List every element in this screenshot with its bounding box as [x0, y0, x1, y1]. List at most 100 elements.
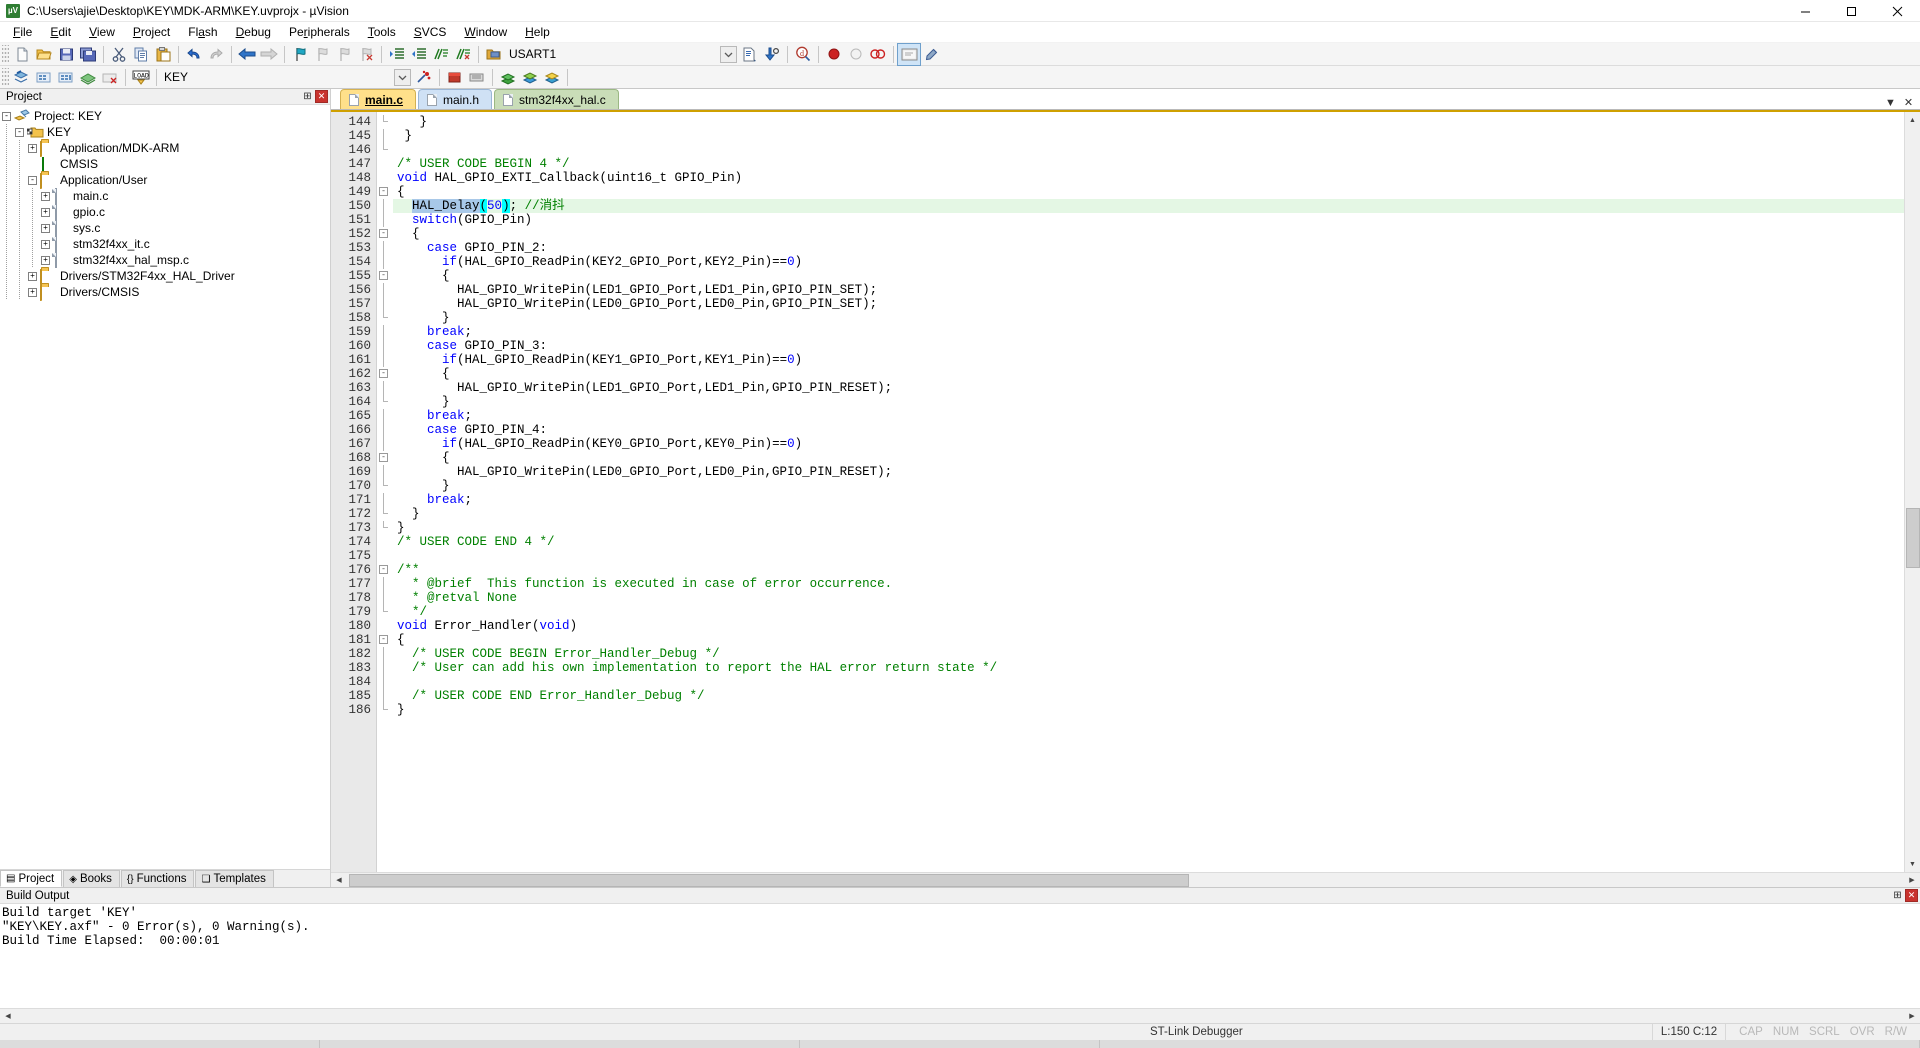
tree-item[interactable]: CMSIS: [0, 156, 330, 173]
tree-expander[interactable]: -: [26, 172, 39, 188]
open-target-icon[interactable]: [483, 44, 505, 65]
templates-icon[interactable]: [541, 67, 563, 88]
fold-toggle-icon[interactable]: -: [379, 565, 388, 574]
save-all-icon[interactable]: [77, 44, 99, 65]
navigate-back-icon[interactable]: [236, 44, 258, 65]
code-line[interactable]: * @retval None: [393, 591, 1904, 605]
code-line[interactable]: }: [393, 521, 1904, 535]
code-line[interactable]: case GPIO_PIN_2:: [393, 241, 1904, 255]
code-line[interactable]: {: [393, 633, 1904, 647]
multi-project-icon[interactable]: [466, 67, 488, 88]
tree-expander[interactable]: +: [26, 268, 39, 284]
code-line[interactable]: HAL_Delay(50); //消抖: [393, 199, 1904, 213]
minimize-button[interactable]: [1782, 0, 1828, 22]
disable-breakpoint-icon[interactable]: [845, 44, 867, 65]
toolbar-grip[interactable]: [2, 67, 9, 87]
scroll-right-icon[interactable]: ▶: [1904, 873, 1920, 888]
code-line[interactable]: HAL_GPIO_WritePin(LED1_GPIO_Port,LED1_Pi…: [393, 283, 1904, 297]
maximize-button[interactable]: [1828, 0, 1874, 22]
bookmark-clear-icon[interactable]: [355, 44, 377, 65]
code-line[interactable]: HAL_GPIO_WritePin(LED0_GPIO_Port,LED0_Pi…: [393, 297, 1904, 311]
code-line[interactable]: /**: [393, 563, 1904, 577]
toolbar-grip[interactable]: [2, 44, 9, 64]
tab-main-h[interactable]: main.h: [418, 89, 493, 109]
code-line[interactable]: /* USER CODE END Error_Handler_Debug */: [393, 689, 1904, 703]
file-properties-icon[interactable]: [739, 44, 761, 65]
code-line[interactable]: /* USER CODE BEGIN Error_Handler_Debug *…: [393, 647, 1904, 661]
scroll-track[interactable]: [16, 1009, 1904, 1024]
menu-help[interactable]: Help: [516, 22, 559, 42]
code-line[interactable]: }: [393, 703, 1904, 717]
tree-item[interactable]: + Application/MDK-ARM: [0, 140, 330, 157]
code-editor-surface[interactable]: 144 145 146 147 148 149 150 151 152 153 154 155 156 1…: [331, 112, 1904, 872]
scroll-left-icon[interactable]: ◀: [331, 873, 347, 888]
scroll-track[interactable]: [1904, 128, 1920, 856]
close-button[interactable]: [1874, 0, 1920, 22]
code-line[interactable]: }: [393, 507, 1904, 521]
scroll-thumb[interactable]: [1905, 508, 1920, 568]
fold-toggle-icon[interactable]: -: [379, 229, 388, 238]
code-line[interactable]: }: [393, 311, 1904, 325]
build-horizontal-scrollbar[interactable]: ◀ ▶: [0, 1008, 1920, 1023]
code-line[interactable]: switch(GPIO_Pin): [393, 213, 1904, 227]
find-in-files-icon[interactable]: [761, 44, 783, 65]
scroll-up-icon[interactable]: ▲: [1904, 112, 1920, 128]
tree-item[interactable]: + gpio.c: [0, 204, 330, 220]
project-pane-tab-books[interactable]: ◈ Books: [63, 870, 120, 887]
build-icon[interactable]: [33, 67, 55, 88]
menu-edit[interactable]: Edit: [41, 22, 80, 42]
code-line[interactable]: case GPIO_PIN_4:: [393, 423, 1904, 437]
fold-toggle-icon[interactable]: -: [379, 453, 388, 462]
bookmark-next-icon[interactable]: [333, 44, 355, 65]
code-line[interactable]: break;: [393, 325, 1904, 339]
redo-icon[interactable]: [205, 44, 227, 65]
new-file-icon[interactable]: [11, 44, 33, 65]
tree-expander[interactable]: -: [13, 124, 26, 140]
code-line[interactable]: }: [393, 395, 1904, 409]
scroll-thumb[interactable]: [349, 873, 1189, 887]
copy-icon[interactable]: [130, 44, 152, 65]
code-text[interactable]: } } /* USER CODE BEGIN 4 */void HAL_GPIO…: [393, 112, 1904, 872]
code-line[interactable]: HAL_GPIO_WritePin(LED1_GPIO_Port,LED1_Pi…: [393, 381, 1904, 395]
batch-build-icon[interactable]: [77, 67, 99, 88]
tree-item[interactable]: + main.c: [0, 188, 330, 204]
tree-expander[interactable]: +: [26, 284, 39, 300]
rebuild-icon[interactable]: [55, 67, 77, 88]
build-output-text[interactable]: Build target 'KEY' "KEY\KEY.axf" - 0 Erro…: [0, 904, 1920, 1008]
code-line[interactable]: break;: [393, 493, 1904, 507]
kill-breakpoints-icon[interactable]: [867, 44, 889, 65]
cut-icon[interactable]: [108, 44, 130, 65]
manage-runtime-icon[interactable]: [444, 67, 466, 88]
combo-dropdown-icon[interactable]: [391, 67, 413, 88]
fold-toggle-icon[interactable]: -: [379, 187, 388, 196]
code-line[interactable]: if(HAL_GPIO_ReadPin(KEY0_GPIO_Port,KEY0_…: [393, 437, 1904, 451]
tree-item[interactable]: + Drivers/CMSIS: [0, 284, 330, 301]
configure-icon[interactable]: [920, 44, 942, 65]
navigate-forward-icon[interactable]: [258, 44, 280, 65]
insert-breakpoint-icon[interactable]: [823, 44, 845, 65]
uncomment-icon[interactable]: [452, 44, 474, 65]
menu-debug[interactable]: Debug: [227, 22, 280, 42]
tree-item[interactable]: + Drivers/STM32F4xx_HAL_Driver: [0, 268, 330, 285]
menu-view[interactable]: View: [80, 22, 124, 42]
code-line[interactable]: }: [393, 129, 1904, 143]
code-editor[interactable]: 144 145 146 147 148 149 150 151 152 153 154 155 156 1…: [331, 110, 1920, 872]
project-target-combo[interactable]: KEY: [161, 68, 391, 87]
bookmark-find-icon[interactable]: d: [792, 44, 814, 65]
code-line[interactable]: /* User can add his own implementation t…: [393, 661, 1904, 675]
functions-icon[interactable]: [519, 67, 541, 88]
comment-icon[interactable]: [430, 44, 452, 65]
code-line[interactable]: */: [393, 605, 1904, 619]
tab-list-icon[interactable]: ▼: [1884, 97, 1897, 109]
tree-expander[interactable]: +: [26, 140, 39, 156]
code-line[interactable]: void HAL_GPIO_EXTI_Callback(uint16_t GPI…: [393, 171, 1904, 185]
code-line[interactable]: [393, 549, 1904, 563]
project-tree[interactable]: - Project: KEY - KEY + Application/MDK-ARM CMS…: [0, 105, 330, 869]
pin-icon[interactable]: ⊞: [301, 90, 314, 103]
scroll-right-icon[interactable]: ▶: [1904, 1009, 1920, 1024]
code-line[interactable]: }: [393, 115, 1904, 129]
debug-session-icon[interactable]: [897, 42, 921, 66]
fold-toggle-icon[interactable]: -: [379, 635, 388, 644]
bookmark-toggle-icon[interactable]: [289, 44, 311, 65]
menu-window[interactable]: Window: [455, 22, 516, 42]
